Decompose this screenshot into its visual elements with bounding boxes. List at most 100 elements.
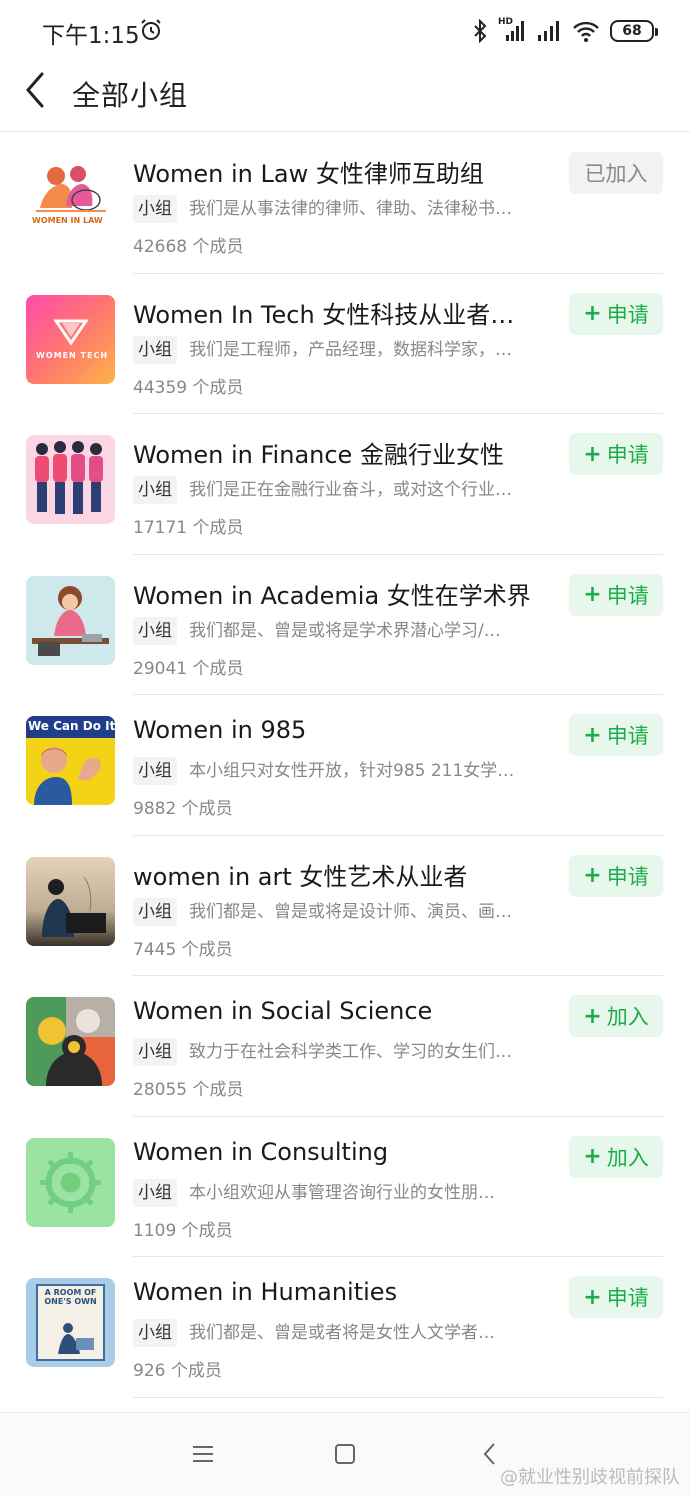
- group-name: Women in Social Science: [133, 997, 433, 1025]
- join-label: 加入: [606, 1005, 649, 1029]
- group-type-tag: 小组: [133, 195, 177, 223]
- artist-photo-icon: [42, 876, 106, 937]
- apply-label: 申请: [606, 302, 649, 327]
- group-type-tag: 小组: [133, 757, 177, 785]
- group-description: 我们是工程师，产品经理，数据科学家，…: [189, 339, 512, 360]
- group-description: 我们是正在金融行业奋斗，或对这个行业…: [189, 480, 512, 500]
- joined-button[interactable]: 已加入: [569, 152, 663, 194]
- battery-level: 68: [622, 23, 642, 39]
- apply-label: 申请: [606, 443, 649, 467]
- group-list: WOMEN IN LAW Women in Law 女性律师互助组 小组 我们是…: [0, 133, 690, 1398]
- apply-button[interactable]: + 申请: [569, 292, 663, 335]
- group-description: 我们都是、曾是或将是学术界潜心学习/…: [189, 620, 501, 641]
- cell-signal-hd-icon: HD: [498, 17, 526, 43]
- group-item[interactable]: Women in Social Science 小组 致力于在社会科学类工作、学…: [0, 976, 690, 1117]
- group-name: women in art 女性艺术从业者: [133, 862, 468, 891]
- plus-icon: +: [583, 582, 602, 607]
- page-title: 全部小组: [72, 79, 189, 112]
- apply-label: 申请: [606, 724, 649, 748]
- group-description: 我们是从事法律的律师、律助、法律秘书…: [189, 199, 512, 219]
- apply-button[interactable]: + 申请: [569, 1276, 663, 1318]
- member-count: 42668 个成员: [133, 237, 244, 257]
- women-figures-icon: [35, 441, 103, 514]
- group-item[interactable]: WOMEN IN LAW Women in Law 女性律师互助组 小组 我们是…: [0, 133, 690, 274]
- alarm-icon: [141, 19, 161, 40]
- group-avatar-text: WOMEN IN LAW: [32, 216, 103, 225]
- back-arrow-icon[interactable]: [18, 70, 58, 110]
- status-time: 下午1:15: [42, 23, 140, 49]
- group-name: Women in Law 女性律师互助组: [133, 160, 484, 188]
- bluetooth-icon: [474, 19, 487, 43]
- member-count: 926 个成员: [133, 1361, 222, 1381]
- group-name: Women in Finance 金融行业女性: [133, 441, 504, 469]
- default-group-icon: [40, 1151, 101, 1213]
- home-square-icon[interactable]: [330, 1439, 360, 1469]
- group-name: Women In Tech 女性科技从业者…: [133, 300, 515, 329]
- group-description: 致力于在社会科学类工作、学习的女生们…: [189, 1042, 512, 1062]
- member-count: 28055 个成员: [133, 1080, 244, 1100]
- apply-button[interactable]: + 申请: [569, 573, 663, 616]
- group-name: Women in Humanities: [133, 1278, 398, 1306]
- row-divider: [133, 1396, 663, 1398]
- social-heads-icon: [26, 997, 115, 1086]
- group-avatar: WOMEN IN LAW: [26, 154, 115, 243]
- member-count: 17171 个成员: [133, 518, 244, 538]
- group-type-tag: 小组: [133, 897, 177, 926]
- group-item[interactable]: A ROOM OF ONE'S OWN Women in Humanities …: [0, 1257, 690, 1398]
- group-avatar: [26, 997, 115, 1086]
- group-item[interactable]: WOMEN TECH Women In Tech 女性科技从业者… 小组 我们是…: [0, 274, 690, 414]
- member-count: 9882 个成员: [133, 799, 233, 819]
- join-label: 加入: [606, 1145, 649, 1170]
- plus-icon: +: [583, 441, 602, 467]
- group-description: 本小组只对女性开放，针对985 211女学…: [189, 761, 515, 781]
- group-avatar: A ROOM OF ONE'S OWN: [26, 1278, 115, 1367]
- apply-button[interactable]: + 申请: [569, 714, 663, 756]
- group-type-tag: 小组: [133, 1319, 177, 1347]
- group-avatar: [26, 575, 115, 665]
- member-count: 29041 个成员: [133, 658, 244, 679]
- book-cover-illustration-icon: [58, 1323, 94, 1354]
- academia-illustration-icon: [32, 585, 109, 656]
- group-name: Women in Consulting: [133, 1137, 389, 1166]
- group-item[interactable]: Women in Finance 金融行业女性 小组 我们是正在金融行业奋斗，或…: [0, 414, 690, 555]
- member-count: 44359 个成员: [133, 377, 244, 398]
- group-description: 我们都是、曾是或者将是女性人文学者…: [189, 1323, 495, 1343]
- group-item[interactable]: women in art 女性艺术从业者 小组 我们都是、曾是或将是设计师、演员…: [0, 836, 690, 976]
- group-type-tag: 小组: [133, 616, 177, 645]
- status-bar: 下午1:15 HD 68: [0, 0, 690, 62]
- apply-label: 申请: [606, 1286, 649, 1310]
- plus-icon: +: [583, 1284, 602, 1310]
- group-avatar: [26, 435, 115, 524]
- group-item[interactable]: Women in Consulting 小组 本小组欢迎从事管理咨询行业的女性朋…: [0, 1117, 690, 1257]
- apply-label: 申请: [606, 864, 649, 889]
- plus-icon: +: [583, 722, 602, 748]
- join-button[interactable]: + 加入: [569, 995, 663, 1037]
- group-name: Women in 985: [133, 716, 307, 744]
- group-description: 我们都是、曾是或将是设计师、演员、画…: [189, 901, 512, 922]
- group-type-tag: 小组: [133, 476, 177, 504]
- group-type-tag: 小组: [133, 1178, 177, 1207]
- group-item[interactable]: Women in Academia 女性在学术界 小组 我们都是、曾是或将是学术…: [0, 555, 690, 695]
- group-avatar-text: WOMEN TECH: [36, 350, 109, 360]
- plus-icon: +: [583, 1144, 602, 1169]
- group-avatar: We Can Do It!: [26, 716, 115, 805]
- menu-icon[interactable]: [188, 1439, 218, 1469]
- group-avatar: WOMEN TECH: [26, 294, 115, 384]
- triangle-logo-icon: [53, 319, 89, 346]
- group-item[interactable]: We Can Do It! Women in 985 小组 本小组只对女性开放，…: [0, 695, 690, 836]
- group-type-tag: 小组: [133, 1038, 177, 1066]
- join-button[interactable]: + 加入: [569, 1135, 663, 1178]
- status-icons: HD 68: [472, 17, 658, 45]
- plus-icon: +: [583, 863, 602, 888]
- group-name: Women in Academia 女性在学术界: [133, 581, 531, 610]
- wifi-icon: [573, 21, 599, 42]
- apply-button[interactable]: + 申请: [569, 433, 663, 475]
- apply-button[interactable]: + 申请: [569, 854, 663, 897]
- plus-icon: +: [583, 1003, 602, 1029]
- battery-icon: 68: [610, 20, 658, 42]
- women-illustration-icon: [36, 166, 106, 212]
- group-avatar: [26, 856, 115, 946]
- cell-signal-icon: [538, 21, 559, 41]
- rosie-figure-icon: [34, 747, 101, 805]
- group-type-tag: 小组: [133, 335, 177, 364]
